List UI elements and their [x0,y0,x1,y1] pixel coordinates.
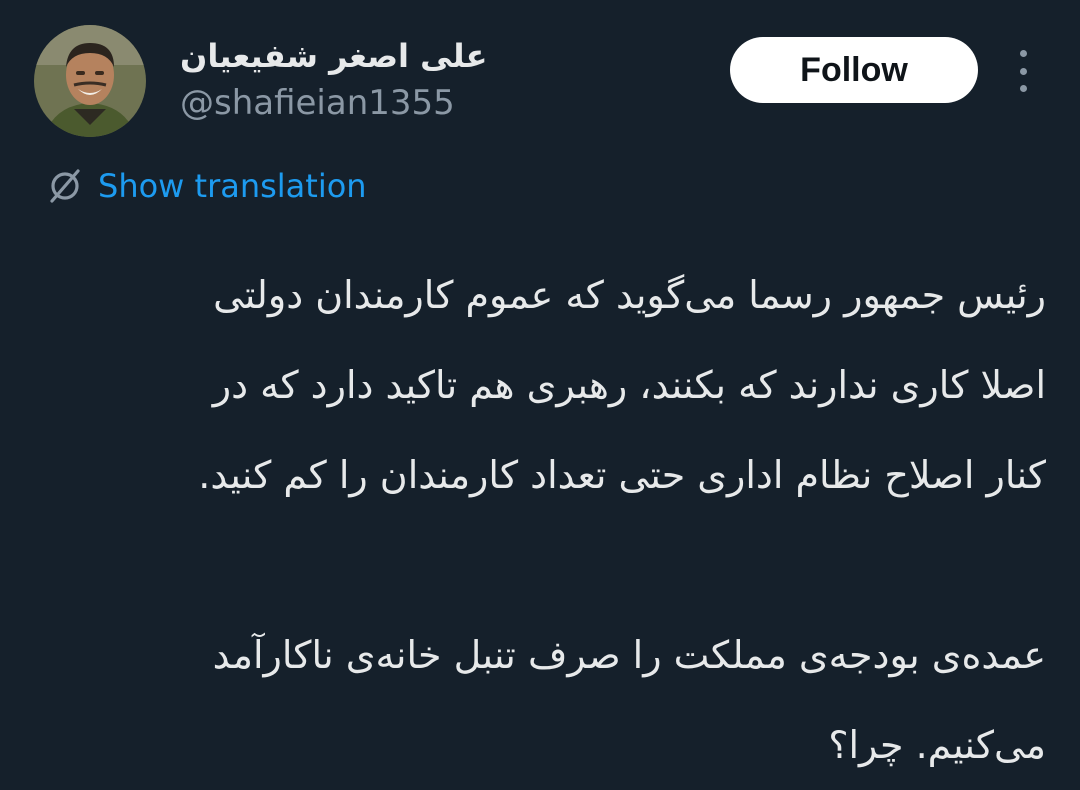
tweet-line: می‌کنیم. چرا؟ [828,723,1046,767]
more-dot [1019,85,1027,92]
show-translation-link[interactable]: Show translation [46,164,367,208]
tweet-line: رئیس جمهور رسما می‌گوید که عموم کارمندان… [213,273,1046,317]
tweet-blank-line [60,520,1046,610]
translate-icon [50,169,80,203]
tweet-line: اصلا کاری ندارند که بکنند، رهبری هم تاکی… [212,363,1046,407]
more-dot [1019,50,1027,57]
more-vertical-icon[interactable] [1008,50,1038,92]
avatar-photo [34,25,146,137]
tweet-text: رئیس جمهور رسما می‌گوید که عموم کارمندان… [60,250,1046,790]
author-handle[interactable]: @shafieian1355 [180,80,455,126]
more-dot [1019,67,1027,75]
author-avatar[interactable] [34,25,146,137]
author-name[interactable]: علی اصغر شفیعیان [180,34,487,78]
tweet-line: عمده‌ی بودجه‌ی مملکت را صرف تنبل خانه‌ی … [212,633,1046,677]
show-translation-label: Show translation [98,167,367,205]
tweet-line: کنار اصلاح نظام اداری حتی تعداد کارمندان… [198,453,1046,497]
follow-button[interactable]: Follow [730,37,978,103]
